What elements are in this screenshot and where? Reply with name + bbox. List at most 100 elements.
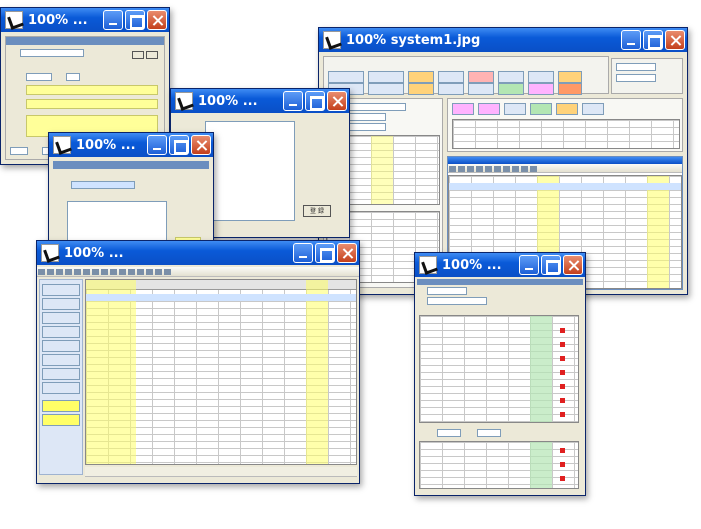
nav-button[interactable] — [368, 83, 404, 95]
nav-button[interactable] — [328, 71, 364, 83]
maximize-button[interactable] — [305, 91, 325, 111]
front-form-field[interactable] — [437, 429, 461, 437]
nav-button[interactable] — [528, 71, 554, 83]
app-icon — [323, 31, 341, 49]
center-button[interactable] — [530, 103, 552, 115]
side-menu-item[interactable] — [42, 340, 80, 352]
nav-button[interactable] — [368, 71, 404, 83]
sheet-tabs[interactable] — [85, 467, 357, 477]
minimize-button[interactable] — [283, 91, 303, 111]
side-menu-item[interactable] — [42, 414, 80, 426]
close-button[interactable] — [191, 135, 211, 155]
nav-button[interactable] — [408, 83, 434, 95]
dialog-1-memo[interactable] — [26, 85, 158, 95]
sheet-grid[interactable] — [85, 279, 357, 465]
side-field[interactable] — [616, 63, 656, 71]
front-form-grid[interactable] — [419, 315, 579, 423]
nav-button[interactable] — [528, 83, 554, 95]
center-button[interactable] — [556, 103, 578, 115]
dialog-3-dropdown[interactable] — [71, 181, 135, 189]
front-form-titlebar[interactable]: 100% ... — [415, 253, 585, 277]
delete-marker[interactable] — [560, 462, 565, 467]
dialog-1-field[interactable] — [26, 73, 52, 81]
grid-highlight — [86, 280, 136, 464]
center-button[interactable] — [582, 103, 604, 115]
nav-button[interactable] — [438, 71, 464, 83]
maximize-button[interactable] — [541, 255, 561, 275]
form-field[interactable] — [346, 103, 406, 111]
close-button[interactable] — [147, 10, 167, 30]
delete-marker[interactable] — [560, 448, 565, 453]
dialog-1-small-button[interactable] — [146, 51, 158, 59]
dialog-2-list[interactable] — [205, 121, 295, 221]
side-menu-item[interactable] — [42, 298, 80, 310]
nav-button[interactable] — [438, 83, 464, 95]
close-button[interactable] — [337, 243, 357, 263]
front-form-field[interactable] — [477, 429, 501, 437]
delete-marker[interactable] — [560, 398, 565, 403]
center-grid[interactable] — [452, 119, 680, 149]
side-menu-item[interactable] — [42, 312, 80, 324]
dialog-1-field[interactable] — [10, 147, 28, 155]
form-field[interactable] — [346, 113, 386, 121]
maximize-button[interactable] — [125, 10, 145, 30]
minimize-button[interactable] — [103, 10, 123, 30]
minimize-button[interactable] — [519, 255, 539, 275]
dialog-3-titlebar[interactable]: 100% ... — [49, 133, 213, 157]
dialog-2-titlebar[interactable]: 100% ... — [171, 89, 349, 113]
front-form-field[interactable] — [427, 287, 467, 295]
side-menu-item[interactable] — [42, 326, 80, 338]
delete-marker[interactable] — [560, 328, 565, 333]
center-button[interactable] — [452, 103, 474, 115]
close-button[interactable] — [327, 91, 347, 111]
delete-marker[interactable] — [560, 342, 565, 347]
nav-button[interactable] — [468, 83, 494, 95]
dialog-1-titlebar[interactable]: 100% ... — [1, 8, 169, 32]
front-form-lower-grid[interactable] — [419, 441, 579, 489]
minimize-button[interactable] — [293, 243, 313, 263]
nav-button[interactable] — [498, 83, 524, 95]
dialog-1-small-button[interactable] — [132, 51, 144, 59]
form-field[interactable] — [346, 123, 386, 131]
side-menu-item[interactable] — [42, 354, 80, 366]
front-form-window[interactable]: 100% ... — [414, 252, 586, 496]
delete-marker[interactable] — [560, 370, 565, 375]
minimize-button[interactable] — [621, 30, 641, 50]
nav-button[interactable] — [468, 71, 494, 83]
maximize-button[interactable] — [643, 30, 663, 50]
delete-marker[interactable] — [560, 384, 565, 389]
center-button[interactable] — [504, 103, 526, 115]
dialog-1-field[interactable] — [20, 49, 84, 57]
close-button[interactable] — [563, 255, 583, 275]
sheet-side-menu — [39, 279, 83, 475]
side-menu-item[interactable] — [42, 368, 80, 380]
side-menu-item[interactable] — [42, 284, 80, 296]
close-button[interactable] — [665, 30, 685, 50]
minimize-button[interactable] — [147, 135, 167, 155]
maximize-button[interactable] — [315, 243, 335, 263]
delete-marker[interactable] — [560, 356, 565, 361]
dialog-1-memo[interactable] — [26, 99, 158, 109]
center-button[interactable] — [478, 103, 500, 115]
sheet-window[interactable]: 100% ... — [36, 240, 360, 484]
app-icon — [419, 256, 437, 274]
delete-marker[interactable] — [560, 412, 565, 417]
side-menu-item[interactable] — [42, 400, 80, 412]
app-icon — [41, 244, 59, 262]
maximize-button[interactable] — [169, 135, 189, 155]
dialog-1-field[interactable] — [66, 73, 80, 81]
delete-marker[interactable] — [560, 476, 565, 481]
dialog-3-title: 100% ... — [76, 137, 136, 153]
app-icon — [175, 92, 193, 110]
nav-button[interactable] — [408, 71, 434, 83]
sheet-titlebar[interactable]: 100% ... — [37, 241, 359, 265]
side-field[interactable] — [616, 74, 656, 82]
front-form-field[interactable] — [427, 297, 487, 305]
nav-button[interactable] — [558, 71, 582, 83]
nav-button[interactable] — [498, 71, 524, 83]
side-menu-item[interactable] — [42, 382, 80, 394]
nav-button[interactable] — [558, 83, 582, 95]
dialog-2-ok-button[interactable]: 登 録 — [303, 205, 331, 217]
system1-titlebar[interactable]: 100% system1.jpg — [319, 28, 687, 52]
app-icon — [5, 11, 23, 29]
